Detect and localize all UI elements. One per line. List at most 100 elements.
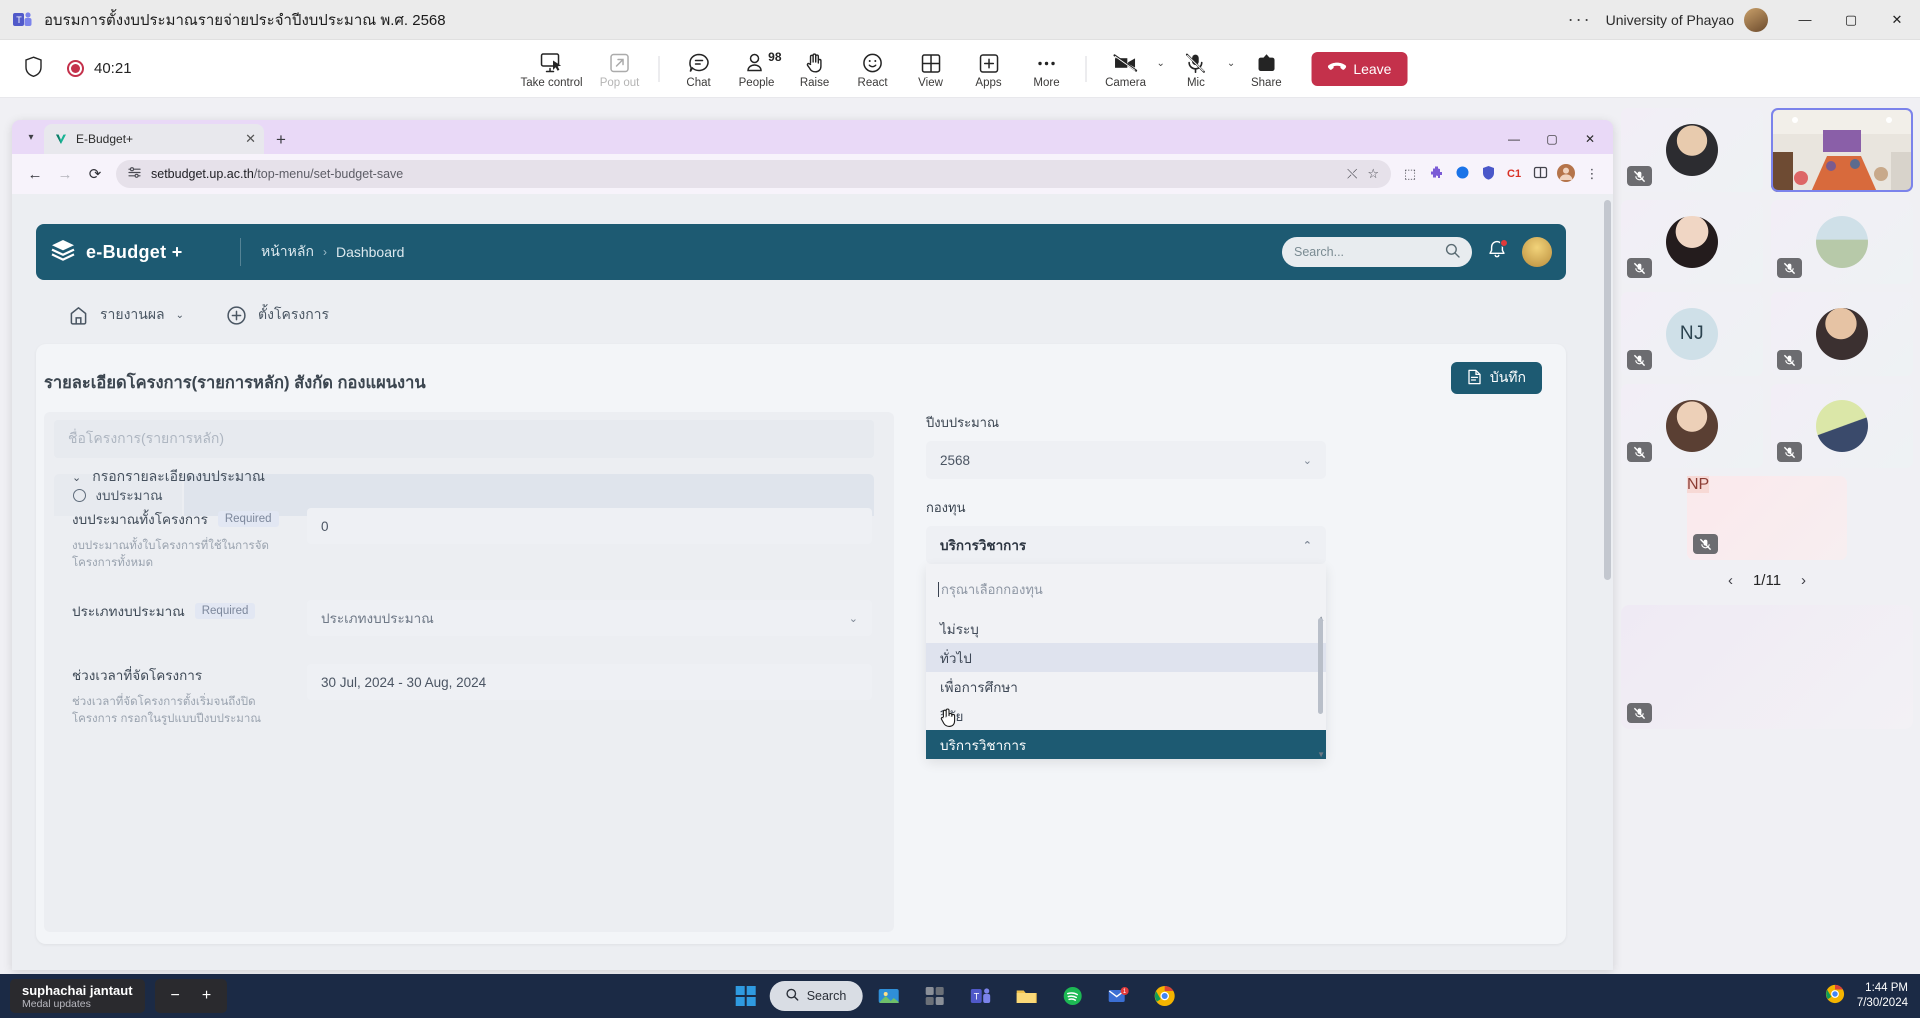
zoom-in-button[interactable]: + [202, 987, 211, 1005]
capture-icon[interactable]: ⬚ [1397, 166, 1423, 182]
participant-tile-large[interactable] [1621, 605, 1913, 729]
translate-icon[interactable]: ⤬ [1347, 166, 1357, 182]
participant-tile[interactable] [1621, 108, 1763, 192]
shield-ext-icon[interactable] [1475, 165, 1501, 183]
participant-tile[interactable] [1621, 200, 1763, 284]
star-icon[interactable]: ☆ [1367, 166, 1379, 182]
svg-text:T: T [16, 15, 22, 25]
leave-button[interactable]: Leave [1311, 51, 1408, 86]
fund-option-4[interactable]: บริการวิชาการ [926, 730, 1326, 759]
toolbar-react[interactable]: React [844, 48, 902, 89]
browser-close-button[interactable]: ✕ [1571, 132, 1609, 146]
scroll-down-arrow-icon[interactable]: ▼ [1317, 750, 1325, 759]
spotify-icon[interactable] [1056, 981, 1088, 1011]
plus-circle-icon [226, 305, 247, 326]
fund-option-3[interactable]: วิจัย [926, 701, 1326, 730]
field-project-period-input[interactable]: 30 Jul, 2024 - 30 Aug, 2024 [307, 664, 872, 700]
project-name-input[interactable]: ชื่อโครงการ(รายการหลัก) [54, 420, 874, 458]
save-button[interactable]: บันทึก [1450, 362, 1542, 394]
toolbar-share[interactable]: Share [1237, 48, 1295, 89]
toolbar-people[interactable]: 98 People [728, 48, 786, 89]
puzzle-icon[interactable] [1423, 165, 1449, 183]
fund-select[interactable]: บริการวิชาการ ⌃ [926, 526, 1326, 564]
toolbar-apps[interactable]: Apps [960, 48, 1018, 89]
mic-chevron-down-icon[interactable]: ⌄ [1225, 58, 1237, 69]
bell-icon[interactable] [1488, 239, 1508, 264]
fund-option-0[interactable]: ไม่ระบุ [926, 614, 1326, 643]
avatar[interactable] [1744, 7, 1768, 32]
toolbar-pop-out[interactable]: Pop out [591, 48, 649, 89]
photos-icon[interactable] [872, 981, 904, 1011]
page-scrollbar[interactable] [1604, 200, 1611, 580]
breadcrumb-home[interactable]: หน้าหลัก [261, 241, 314, 263]
chrome-tray-icon[interactable] [1825, 984, 1845, 1009]
budget-section-label: กรอกรายละเอียดงบประมาณ [92, 468, 265, 484]
reload-button[interactable]: ⟳ [80, 165, 110, 183]
fund-option-2[interactable]: เพื่อการศึกษา [926, 672, 1326, 701]
kebab-menu-icon[interactable]: ⋮ [1579, 166, 1605, 182]
new-tab-button[interactable]: + [264, 130, 298, 154]
toolbar-chat[interactable]: Chat [670, 48, 728, 89]
browser-minimize-button[interactable]: — [1495, 132, 1533, 146]
field-total-budget-input[interactable]: 0 [307, 508, 872, 544]
mic-off-icon [1627, 442, 1652, 462]
participant-tile[interactable]: NJ [1621, 292, 1763, 376]
nav-item-reports[interactable]: รายงานผล ⌄ [68, 304, 184, 326]
address-bar[interactable]: setbudget.up.ac.th/top-menu/set-budget-s… [116, 160, 1391, 188]
sync-icon[interactable] [1449, 165, 1475, 183]
titlebar-overflow-button[interactable]: ··· [1554, 9, 1606, 30]
fund-search-input[interactable]: กรุณาเลือกกองทุน [938, 576, 1314, 604]
tab-search-chevron-down-icon[interactable]: ▾ [18, 123, 44, 151]
site-settings-icon[interactable] [128, 166, 141, 182]
mic-off-icon [1777, 442, 1802, 462]
user-avatar[interactable] [1522, 237, 1552, 267]
zoom-out-button[interactable]: − [171, 987, 180, 1005]
participant-tile-solo[interactable]: NP [1687, 476, 1847, 560]
toolbar-more[interactable]: More [1018, 48, 1076, 89]
chevron-down-icon: ⌄ [1302, 454, 1312, 467]
participant-tile[interactable] [1771, 384, 1913, 468]
toolbar-take-control[interactable]: Take control [513, 48, 591, 89]
folder-icon[interactable] [1010, 981, 1042, 1011]
taskbar-notification-toast[interactable]: suphachai jantaut Medal updates [10, 979, 145, 1013]
close-icon[interactable]: ✕ [235, 131, 256, 147]
forward-button[interactable]: → [50, 166, 80, 183]
mail-icon[interactable]: 1 [1102, 981, 1134, 1011]
fund-label: กองทุน [926, 500, 966, 515]
browser-tab[interactable]: E-Budget+ ✕ [44, 124, 264, 154]
nav-item-create-project[interactable]: ตั้งโครงการ [226, 304, 329, 326]
c1-icon[interactable]: C1 [1501, 165, 1527, 183]
windows-logo[interactable] [735, 986, 756, 1006]
toolbar-camera[interactable]: Camera [1097, 48, 1155, 89]
browser-maximize-button[interactable]: ▢ [1533, 132, 1571, 146]
field-budget-type-select[interactable]: ประเภทงบประมาณ ⌄ [307, 600, 872, 636]
widgets-icon[interactable] [918, 981, 950, 1011]
window-minimize-button[interactable]: — [1782, 0, 1828, 40]
teams-icon[interactable]: T [964, 981, 996, 1011]
pager-prev-button[interactable]: ‹ [1728, 572, 1733, 589]
app-logo[interactable]: e-Budget + [50, 237, 220, 268]
toolbar-raise[interactable]: Raise [786, 48, 844, 89]
split-icon[interactable] [1527, 165, 1553, 183]
window-close-button[interactable]: ✕ [1874, 0, 1920, 40]
search-input[interactable]: Search... [1282, 237, 1472, 267]
toolbar-mic[interactable]: Mic [1167, 48, 1225, 89]
participant-tile[interactable] [1771, 200, 1913, 284]
participant-tile[interactable] [1771, 292, 1913, 376]
budget-section-header[interactable]: ⌄ กรอกรายละเอียดงบประมาณ [72, 466, 265, 488]
window-maximize-button[interactable]: ▢ [1828, 0, 1874, 40]
participant-tile-active-speaker[interactable] [1771, 108, 1913, 192]
dropdown-scrollbar[interactable] [1318, 618, 1323, 714]
fund-option-1[interactable]: ทั่วไป [926, 643, 1326, 672]
chrome-icon[interactable] [1148, 981, 1180, 1011]
pager-next-button[interactable]: › [1801, 572, 1806, 589]
participant-tile[interactable] [1621, 384, 1763, 468]
camera-chevron-down-icon[interactable]: ⌄ [1155, 58, 1167, 69]
toolbar-view[interactable]: View [902, 48, 960, 89]
profile-avatar[interactable] [1553, 163, 1579, 186]
taskbar-clock[interactable]: 1:44 PM 7/30/2024 [1857, 981, 1908, 1011]
fiscal-year-select[interactable]: 2568 ⌄ [926, 441, 1326, 479]
taskbar-search[interactable]: Search [769, 981, 863, 1011]
back-button[interactable]: ← [20, 166, 50, 183]
omnibox-actions: ⤬ ☆ [1347, 166, 1379, 182]
